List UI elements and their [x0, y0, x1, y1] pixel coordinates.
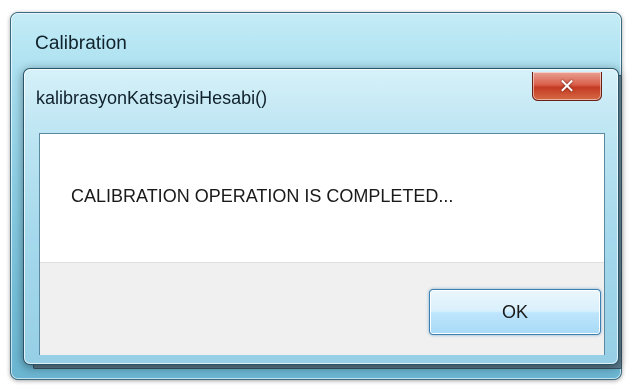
close-button[interactable]: ✕ [532, 72, 602, 101]
dialog-client-area: CALIBRATION OPERATION IS COMPLETED... OK [39, 133, 605, 355]
button-strip: OK [40, 262, 604, 355]
ok-button[interactable]: OK [429, 289, 601, 335]
dialog-title: kalibrasyonKatsayisiHesabi() [36, 88, 268, 108]
message-box-dialog: kalibrasyonKatsayisiHesabi() ✕ CALIBRATI… [23, 68, 619, 365]
message-area: CALIBRATION OPERATION IS COMPLETED... [40, 134, 604, 262]
close-icon: ✕ [558, 74, 576, 98]
desktop: Calibration kalibrasyonKatsayisiHesabi()… [0, 0, 630, 387]
message-text: CALIBRATION OPERATION IS COMPLETED... [71, 186, 454, 206]
calibration-window-title: Calibration [35, 33, 127, 54]
